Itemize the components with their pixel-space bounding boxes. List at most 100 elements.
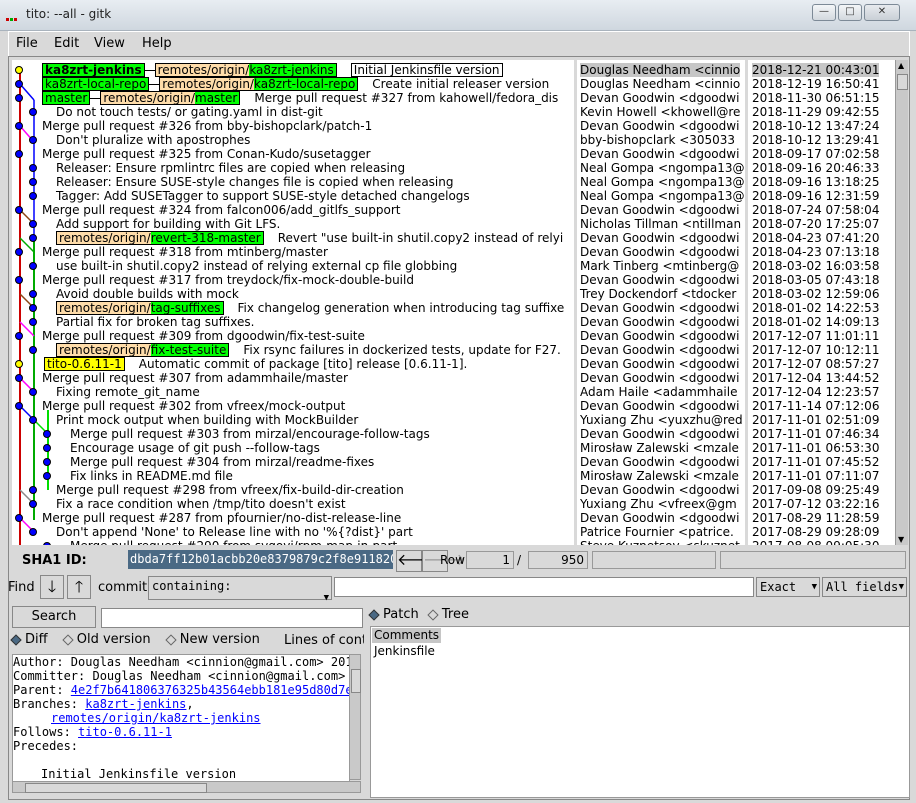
branch-label[interactable]: ka8zrt-jenkins [42,63,145,77]
commit-author[interactable]: Mirosław Zalewski <mzale [580,469,739,483]
back-arrow-button[interactable]: 🡐 [396,550,440,572]
find-type-select[interactable]: containing: ▼ [148,576,332,603]
commit-node[interactable] [29,486,37,494]
commit-node[interactable] [43,542,51,545]
commit-row[interactable]: Merge pull request #307 from adammhaile/… [42,371,348,385]
commit-author[interactable]: Mark Tinberg <mtinberg@ [580,259,739,273]
commit-node[interactable] [15,360,23,368]
commit-row[interactable]: Releaser: Ensure SUSE-style changes file… [56,175,453,189]
commit-date[interactable]: 2018-09-16 20:46:33 [752,161,879,175]
scroll-up-icon[interactable]: ▲ [898,61,904,70]
commit-node[interactable] [15,276,23,284]
old-version-radio[interactable] [62,633,74,646]
commit-author[interactable]: Devan Goodwin <dgoodwi [580,301,739,315]
commit-node[interactable] [43,430,51,438]
field-scope-select[interactable]: All fields ▼ [822,577,907,597]
commit-author[interactable]: Devan Goodwin <dgoodwi [580,329,739,343]
remote-ref-prefix[interactable]: remotes/origin/ [154,63,250,77]
commit-row[interactable]: remotes/origin/fix-test-suite Fix rsync f… [56,343,561,357]
commit-date[interactable]: 2018-03-02 12:59:06 [752,287,879,301]
commit-node[interactable] [29,108,37,116]
commit-date[interactable]: 2017-11-01 07:11:07 [752,469,879,483]
commit-date[interactable]: 2017-08-29 11:28:59 [752,511,879,525]
commit-node[interactable] [29,528,37,536]
commit-graph-pane[interactable]: ka8zrt-jenkins remotes/origin/ka8zrt-jenk… [12,60,574,545]
details-hscroll[interactable] [12,781,361,793]
commit-row[interactable]: Merge pull request #287 from pfournier/n… [42,511,401,525]
remote-ref-branch[interactable]: ka8zrt-jenkins [249,63,337,77]
commit-row[interactable]: Print mock output when building with Moc… [56,413,358,427]
commit-date[interactable]: 2018-10-12 13:29:41 [752,133,879,147]
commit-author[interactable]: bby-bishopclark <305033 [580,133,735,147]
commit-row[interactable]: Merge pull request #304 from mirzal/read… [70,455,374,469]
commit-row[interactable]: use built-in shutil.copy2 instead of rel… [56,259,457,273]
commit-node[interactable] [15,94,23,102]
search-input[interactable] [101,608,363,628]
commit-date[interactable]: 2017-11-01 06:53:30 [752,441,879,455]
commit-row[interactable]: Partial fix for broken tag suffixes. [56,315,254,329]
details-hscroll-thumb[interactable] [25,783,207,793]
commit-author[interactable]: Steve Kuznetsov <skuznet [580,539,740,545]
remote-ref-prefix[interactable]: remotes/origin/ [100,91,196,105]
remote-ref-prefix[interactable]: remotes/origin/ [56,343,151,357]
commit-date[interactable]: 2017-08-08 09:05:30 [752,539,879,545]
find-input[interactable] [334,577,754,597]
commit-author[interactable]: Devan Goodwin <dgoodwi [580,343,739,357]
commit-node[interactable] [15,122,23,130]
commit-node[interactable] [15,374,23,382]
commit-date[interactable]: 2018-04-23 07:13:18 [752,245,879,259]
commit-row[interactable]: Merge pull request #309 from dgoodwin/fi… [42,329,365,343]
commit-node[interactable] [29,192,37,200]
commit-author[interactable]: Neal Gompa <ngompa13@ [580,189,745,203]
commit-row[interactable]: Don't pluralize with apostrophes [56,133,250,147]
tree-radio[interactable] [427,608,439,621]
remote-ref-branch[interactable]: revert-318-master [150,231,264,245]
commit-author[interactable]: Devan Goodwin <dgoodwi [580,91,739,105]
date-column[interactable]: 2018-12-21 00:43:01 2018-12-19 16:50:41 20… [748,60,895,545]
commit-row[interactable]: Merge pull request #317 from treydock/fi… [42,273,414,287]
commit-date[interactable]: 2018-01-02 14:22:53 [752,301,879,315]
commit-row[interactable]: master remotes/origin/master Merge pull re… [42,91,558,105]
commit-node[interactable] [15,332,23,340]
commit-author[interactable]: Yuxiang Zhu <yuxzhu@red [580,413,743,427]
commit-row[interactable]: Merge pull request #318 from mtinberg/ma… [42,245,328,259]
scrollbar-thumb[interactable] [897,74,908,90]
commit-date[interactable]: 2017-07-12 03:22:16 [752,497,879,511]
author-column[interactable]: Douglas Needham <cinnio Douglas Needham <… [577,60,745,545]
commit-node[interactable] [15,248,23,256]
commit-node[interactable] [15,514,23,522]
commit-node[interactable] [29,234,37,242]
commit-date[interactable]: 2018-09-16 13:18:25 [752,175,879,189]
commit-date[interactable]: 2017-11-01 07:46:34 [752,427,879,441]
commit-author[interactable]: Neal Gompa <ngompa13@ [580,175,745,189]
branch-link-local[interactable]: ka8zrt-jenkins [85,697,186,711]
follows-link[interactable]: tito-0.6.11-1 [78,725,172,739]
commit-node[interactable] [29,136,37,144]
close-button[interactable]: ✕ [864,4,900,21]
commit-author[interactable]: Devan Goodwin <dgoodwi [580,147,739,161]
commit-author[interactable]: Yuxiang Zhu <vfreex@gm [580,497,737,511]
commit-row[interactable]: Avoid double builds with mock [56,287,239,301]
maximize-button[interactable]: □ [838,4,862,21]
commit-node[interactable] [29,388,37,396]
commit-node[interactable] [29,500,37,508]
commit-author[interactable]: Devan Goodwin <dgoodwi [580,273,739,287]
commit-row[interactable]: Merge pull request #326 from bby-bishopc… [42,119,372,133]
branch-link-remote-text[interactable]: remotes/origin/ka8zrt-jenkins [51,711,261,725]
file-list-comments[interactable]: Comments [372,628,442,643]
menu-help[interactable]: Help [142,36,172,51]
commit-author[interactable]: Devan Goodwin <dgoodwi [580,119,739,133]
window-titlebar[interactable]: tito: --all - gitk — □ ✕ [0,0,916,31]
commit-date[interactable]: 2017-12-04 12:23:57 [752,385,879,399]
commit-author[interactable]: Devan Goodwin <dgoodwi [580,245,739,259]
menu-view[interactable]: View [94,36,125,51]
match-mode-select[interactable]: Exact ▼ [756,577,820,597]
commit-author[interactable]: Devan Goodwin <dgoodwi [580,483,739,497]
commit-author[interactable]: Devan Goodwin <dgoodwi [580,371,739,385]
commit-author[interactable]: Devan Goodwin <dgoodwi [580,455,739,469]
commit-node[interactable] [15,80,23,88]
commit-row[interactable]: remotes/origin/revert-318-master Revert "… [56,231,563,245]
commit-row[interactable]: Merge pull request #324 from falcon006/a… [42,203,400,217]
commit-date[interactable]: 2017-09-08 09:25:49 [752,483,879,497]
minimize-button[interactable]: — [812,4,836,21]
